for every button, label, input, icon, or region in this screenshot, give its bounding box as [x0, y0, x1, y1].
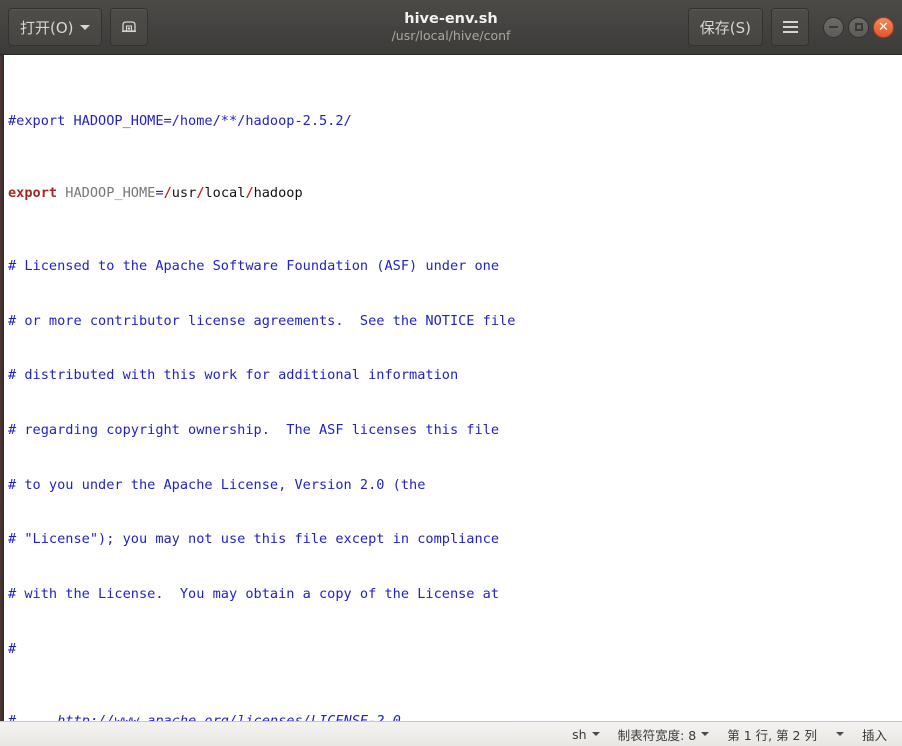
maximize-button[interactable] — [848, 16, 869, 38]
chevron-down-icon — [79, 24, 90, 30]
titlebar-right-group: 保存(S) ✕ — [687, 8, 894, 46]
close-button[interactable]: ✕ — [873, 16, 894, 38]
cursor-position-label: 第 1 行, 第 2 列 — [727, 727, 817, 743]
comment-hash: # — [8, 713, 16, 721]
path-part: usr — [171, 185, 197, 202]
page-title: hive-env.sh — [404, 10, 498, 27]
gedit-window: 打开(O) hive-env.sh /usr/local/hive/conf 保… — [0, 0, 902, 746]
code-line: # to you under the Apache License, Versi… — [8, 476, 426, 493]
cursor-position-selector[interactable]: 第 1 行, 第 2 列 — [718, 725, 853, 744]
code-line: # with the License. You may obtain a cop… — [8, 585, 500, 602]
open-button-label: 打开(O) — [20, 18, 74, 37]
tab-width-label: 制表符宽度: 8 — [617, 727, 697, 743]
language-label: sh — [572, 726, 587, 742]
chevron-down-icon — [835, 732, 844, 736]
save-button-label: 保存(S) — [699, 18, 751, 37]
insert-mode-indicator: 插入 — [853, 725, 896, 744]
minimize-button[interactable] — [823, 16, 844, 38]
code-line: # Licensed to the Apache Software Founda… — [8, 258, 500, 275]
statusbar: sh 制表符宽度: 8 第 1 行, 第 2 列 插入 — [0, 721, 902, 746]
hamburger-menu-icon — [782, 21, 798, 33]
license-url-link[interactable]: http://www.apache.org/licenses/LICENSE-2… — [57, 713, 401, 721]
save-as-button[interactable] — [109, 8, 148, 46]
menu-button[interactable] — [771, 8, 809, 46]
code-line: # regarding copyright ownership. The ASF… — [8, 422, 500, 439]
chevron-down-icon — [591, 732, 600, 736]
window-controls: ✕ — [823, 16, 894, 38]
code-line: export HADOOP_HOME=/usr/local/hadoop — [8, 184, 902, 202]
insert-mode-label: 插入 — [861, 727, 887, 743]
variable-name: HADOOP_HOME — [65, 185, 156, 202]
text-editor[interactable]: #export HADOOP_HOME=/home/**/hadoop-2.5.… — [4, 55, 902, 721]
code-line: # "License"); you may not use this file … — [8, 531, 500, 548]
file-path-subtitle: /usr/local/hive/conf — [391, 28, 511, 44]
save-as-icon — [121, 21, 136, 33]
equals-operator: = — [155, 185, 164, 202]
path-separator: / — [245, 185, 254, 202]
editor-area: #export HADOOP_HOME=/home/**/hadoop-2.5.… — [0, 55, 902, 721]
minimize-icon — [829, 26, 838, 28]
path-part: local — [204, 185, 246, 202]
titlebar: 打开(O) hive-env.sh /usr/local/hive/conf 保… — [0, 0, 902, 55]
code-line: #export HADOOP_HOME=/home/**/hadoop-2.5.… — [8, 112, 352, 129]
maximize-icon — [854, 23, 863, 31]
titlebar-left-group: 打开(O) — [8, 8, 148, 46]
open-button[interactable]: 打开(O) — [8, 8, 102, 46]
path-separator: / — [163, 185, 172, 202]
keyword-export: export — [8, 185, 58, 202]
code-line-url: # http://www.apache.org/licenses/LICENSE… — [8, 712, 902, 721]
chevron-down-icon — [701, 732, 710, 736]
close-icon: ✕ — [878, 19, 889, 35]
save-button[interactable]: 保存(S) — [687, 8, 763, 46]
code-line: # distributed with this work for additio… — [8, 367, 459, 384]
code-line: # or more contributor license agreements… — [8, 312, 516, 329]
tab-width-selector[interactable]: 制表符宽度: 8 — [609, 725, 719, 744]
path-part: hadoop — [253, 185, 303, 202]
language-selector[interactable]: sh — [563, 727, 608, 742]
code-line: # — [8, 640, 17, 657]
